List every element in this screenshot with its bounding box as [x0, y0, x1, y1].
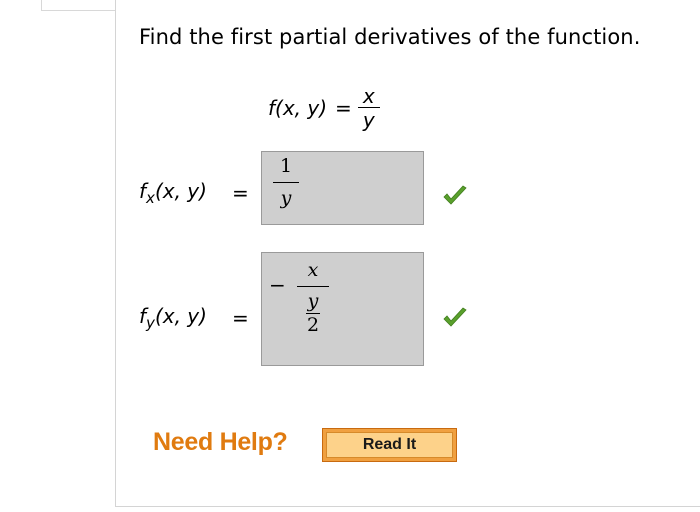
fy-answer-inner-denominator: 2 [306, 314, 320, 336]
function-definition: f(x, y) = x y [268, 80, 380, 136]
fraction-bar [297, 286, 329, 287]
fx-label: fx(x, y) [139, 179, 207, 207]
fy-answer-inner-numerator: y [307, 290, 319, 312]
fy-answer-input[interactable]: − x y 2 [261, 252, 424, 366]
fx-answer-fraction: 1 y [271, 155, 301, 209]
fx-answer-numerator: 1 [279, 155, 293, 177]
fy-answer-sign: − [269, 273, 286, 297]
fx-subscript: x [146, 189, 155, 207]
need-help-label: Need Help? [153, 428, 288, 456]
function-equals: = [335, 96, 352, 120]
function-lhs: f(x, y) [268, 96, 328, 120]
fy-label: fy(x, y) [139, 304, 207, 332]
read-it-button[interactable]: Read It [322, 428, 457, 462]
read-it-label: Read It [326, 432, 453, 458]
function-fraction: x y [357, 83, 380, 132]
fy-answer-inner-fraction: y 2 [306, 290, 320, 336]
function-denominator: y [362, 107, 375, 132]
question-prompt: Find the first partial derivatives of th… [139, 25, 641, 49]
fx-equals: = [232, 181, 249, 205]
fy-equals: = [232, 306, 249, 330]
fy-answer-numerator: x [307, 259, 319, 281]
fy-answer-fraction: x y 2 [296, 259, 330, 336]
fx-answer-input[interactable]: 1 y [261, 151, 424, 225]
function-numerator: x [362, 83, 375, 108]
fy-subscript: y [146, 314, 155, 332]
fx-answer-denominator: y [280, 187, 292, 209]
fy-correct-check-icon [443, 307, 467, 327]
fraction-bar [273, 182, 299, 183]
fx-correct-check-icon [443, 185, 467, 205]
